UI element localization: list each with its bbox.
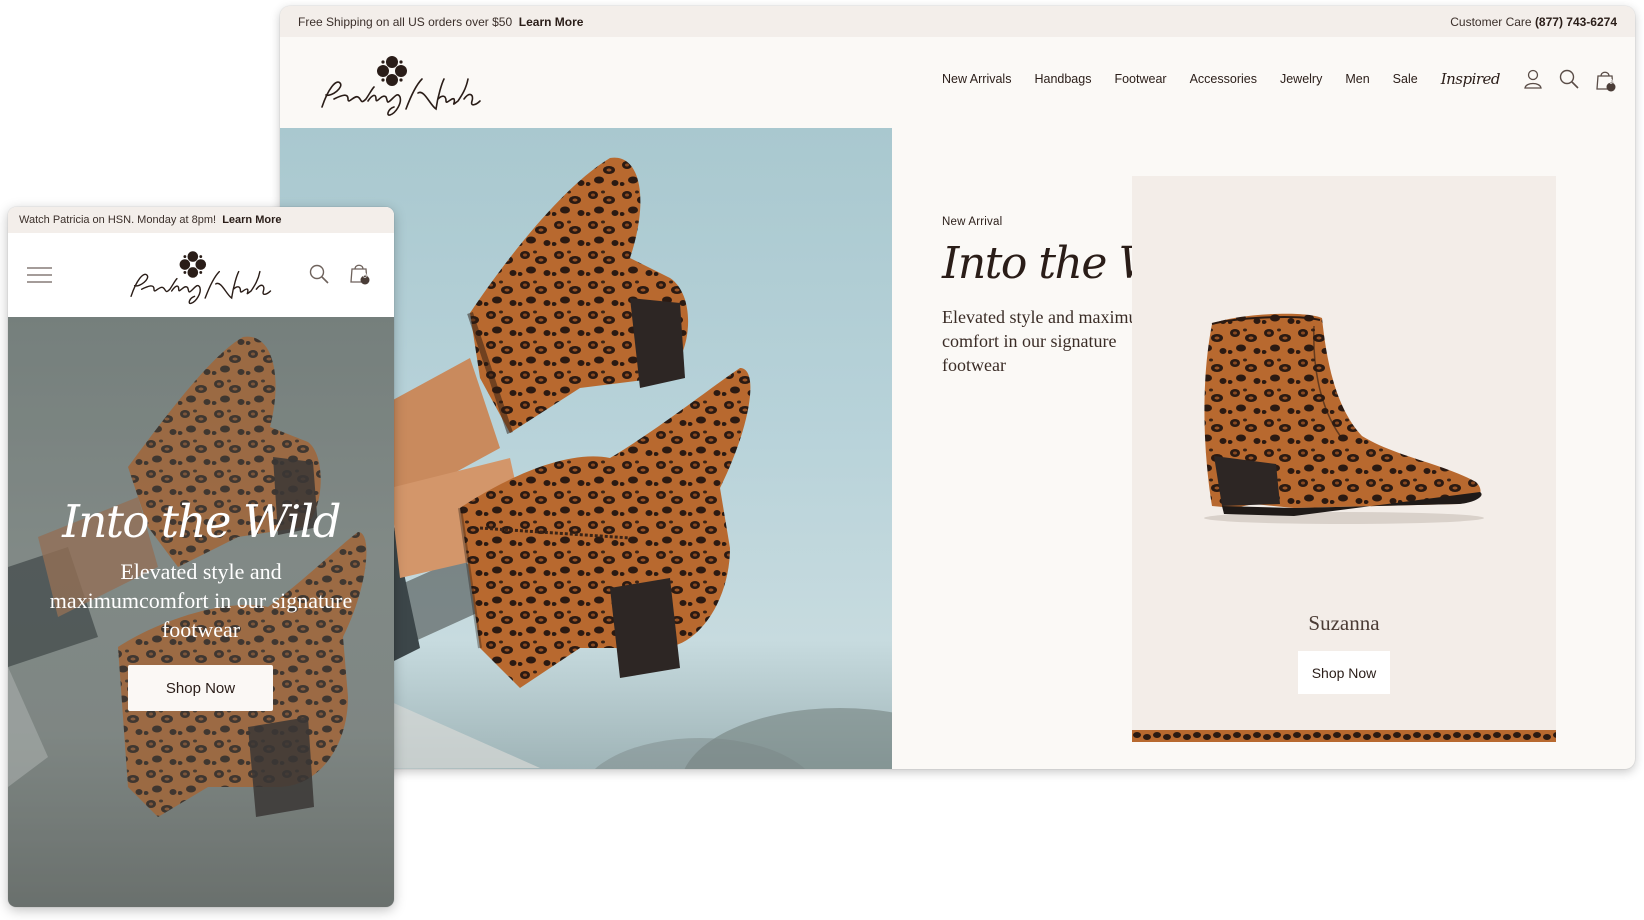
cart-bag-icon[interactable]: 0 — [1594, 68, 1616, 92]
nav-item-footwear[interactable]: Footwear — [1114, 72, 1166, 86]
customer-care: Customer Care (877) 743-6274 — [1450, 15, 1617, 29]
announcement-bar: Free Shipping on all US orders over $50 … — [280, 6, 1635, 37]
hamburger-menu-icon[interactable] — [27, 267, 52, 283]
mobile-cart-count: 0 — [363, 273, 367, 280]
announcement-learn-more-link[interactable]: Learn More — [519, 15, 584, 29]
mobile-cart-bag-icon[interactable]: 0 — [348, 261, 370, 285]
cart-count: 0 — [1609, 79, 1613, 86]
customer-care-phone[interactable]: (877) 743-6274 — [1535, 15, 1617, 29]
nav-item-accessories[interactable]: Accessories — [1190, 72, 1257, 86]
nav-item-new-arrivals[interactable]: New Arrivals — [942, 72, 1011, 86]
mobile-shop-now-button[interactable]: Shop Now — [128, 665, 273, 711]
mobile-announcement-text: Watch Patricia on HSN. Monday at 8pm! — [19, 214, 217, 226]
search-icon[interactable] — [1558, 68, 1580, 90]
user-icon[interactable] — [1522, 68, 1544, 90]
nav-item-handbags[interactable]: Handbags — [1034, 72, 1091, 86]
product-image-suzanna-boot[interactable] — [1194, 296, 1494, 536]
mobile-learn-more-link[interactable]: Learn More — [222, 214, 281, 226]
customer-care-label: Customer Care — [1450, 15, 1532, 29]
nav-item-men[interactable]: Men — [1345, 72, 1369, 86]
mobile-hero-title: Into the Wild — [62, 495, 341, 548]
mobile-header: 0 — [8, 233, 394, 317]
shop-now-button[interactable]: Shop Now — [1298, 651, 1390, 694]
product-card: Suzanna Shop Now — [1132, 176, 1556, 742]
nav-item-jewelry[interactable]: Jewelry — [1280, 72, 1322, 86]
announcement-text: Free Shipping on all US orders over $50 — [298, 15, 513, 29]
mobile-hero: Into the Wild Elevated style and maximum… — [8, 317, 394, 907]
brand-logo[interactable] — [314, 49, 484, 119]
mobile-brand-logo[interactable] — [124, 243, 274, 309]
site-header: New Arrivals Handbags Footwear Accessori… — [280, 37, 1635, 129]
mobile-hero-subtitle: Elevated style and maximumcomfort in our… — [49, 559, 353, 642]
desktop-window: Free Shipping on all US orders over $50 … — [280, 6, 1635, 769]
main-nav: New Arrivals Handbags Footwear Accessori… — [942, 68, 1630, 92]
announcement: Free Shipping on all US orders over $50 … — [298, 15, 583, 29]
nav-item-inspired[interactable]: Inspired — [1441, 70, 1501, 88]
nav-item-sale[interactable]: Sale — [1393, 72, 1418, 86]
product-name: Suzanna — [1308, 611, 1380, 635]
mobile-search-icon[interactable] — [308, 263, 330, 285]
mobile-window: Watch Patricia on HSN. Monday at 8pm! Le… — [8, 207, 394, 907]
mobile-announcement-bar: Watch Patricia on HSN. Monday at 8pm! Le… — [8, 207, 394, 233]
leopard-strip — [1132, 730, 1556, 742]
